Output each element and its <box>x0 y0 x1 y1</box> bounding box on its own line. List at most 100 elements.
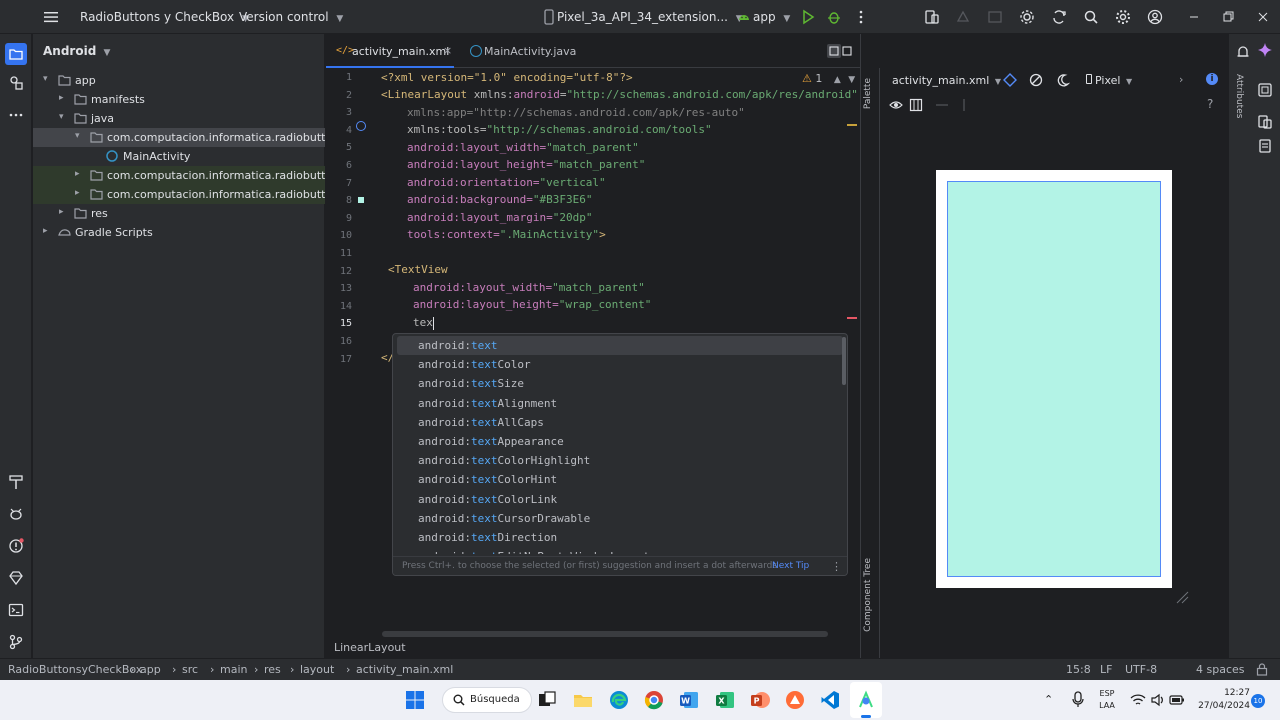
suggestion-item[interactable]: android:textColor <box>397 355 843 374</box>
tree-item[interactable]: ▾ com.computacion.informatica.radiobutton… <box>33 128 325 147</box>
chevron-right-icon[interactable]: ▸ <box>43 226 48 236</box>
inspection-widget[interactable]: ⚠ 1 ▲ ▼ <box>802 72 855 85</box>
tree-item[interactable]: ▸ com.computacion.informatica.radiobutton… <box>33 166 325 185</box>
chevron-down-icon[interactable]: ▼ <box>848 75 855 85</box>
chevron-right-icon[interactable]: ▸ <box>75 169 80 179</box>
file-explorer-icon[interactable] <box>573 690 593 710</box>
device-selector[interactable]: Pixel_3a_API_34_extension... ▼ <box>557 10 743 24</box>
device-preview-selector[interactable]: Pixel ▼ <box>1086 74 1132 87</box>
tab-main-activity-java[interactable]: MainActivity.java <box>467 34 587 68</box>
lock-icon[interactable] <box>1256 663 1268 676</box>
microphone-icon[interactable] <box>1071 691 1085 709</box>
line-separator[interactable]: LF <box>1100 663 1112 676</box>
suggestion-item[interactable]: android:textColorHint <box>397 470 843 489</box>
popup-scrollbar[interactable] <box>842 337 846 385</box>
resource-manager-icon[interactable] <box>8 75 24 91</box>
attributes-tab[interactable]: Attributes <box>1232 74 1246 134</box>
app-quality-insights-icon[interactable] <box>8 570 24 586</box>
project-view-selector[interactable]: Android ▼ <box>43 44 110 58</box>
device-mirroring-icon[interactable] <box>1257 82 1273 98</box>
chevron-right-icon[interactable]: ▸ <box>59 207 64 217</box>
minimize-icon[interactable] <box>1186 9 1202 25</box>
indent-setting[interactable]: 4 spaces <box>1196 663 1245 676</box>
suggestion-item[interactable]: android:textAppearance <box>397 432 843 451</box>
breadcrumb-item[interactable]: res <box>264 663 281 676</box>
close-icon[interactable]: × <box>443 44 452 57</box>
palette-tab[interactable]: Palette <box>863 78 873 109</box>
gemini-icon[interactable] <box>1257 42 1273 58</box>
powerpoint-icon[interactable]: P <box>750 690 770 710</box>
night-mode-icon[interactable] <box>1056 73 1070 87</box>
edge-browser-icon[interactable] <box>609 690 629 710</box>
chevron-up-icon[interactable]: ⌃ <box>1044 693 1053 706</box>
orientation-icon[interactable] <box>1029 73 1043 87</box>
postman-icon[interactable] <box>785 690 805 710</box>
main-menu-icon[interactable] <box>43 9 59 25</box>
help-icon[interactable]: ? <box>1207 97 1213 111</box>
vcs-menu[interactable]: Version control ▼ <box>239 10 343 24</box>
windows-start-icon[interactable] <box>405 690 425 710</box>
system-clock[interactable]: 12:27 27/04/2024 <box>1192 687 1250 713</box>
tab-activity-main-xml[interactable]: </> activity_main.xml × <box>326 34 454 68</box>
suggestion-item[interactable]: android:textColorLink <box>397 490 843 509</box>
battery-icon[interactable] <box>1169 694 1185 706</box>
project-tool-button[interactable] <box>5 43 27 65</box>
notifications-bell-icon[interactable] <box>1235 44 1251 60</box>
terminal-icon[interactable] <box>8 602 24 618</box>
file-encoding[interactable]: UTF-8 <box>1125 663 1157 676</box>
caret-position[interactable]: 15:8 <box>1066 663 1091 676</box>
horizontal-scrollbar[interactable] <box>382 631 828 637</box>
suggestion-item[interactable]: android:text <box>397 336 843 355</box>
suggestion-item[interactable]: android:textSize <box>397 374 843 393</box>
excel-icon[interactable]: X <box>715 690 735 710</box>
tree-item[interactable]: ▸ com.computacion.informatica.radiobutton… <box>33 185 325 204</box>
layout-file-selector[interactable]: activity_main.xml ▼ <box>892 74 1001 87</box>
suggestion-item[interactable]: android:textAllCaps <box>397 413 843 432</box>
close-icon[interactable] <box>1255 9 1271 25</box>
version-control-icon[interactable] <box>8 634 24 650</box>
breadcrumb-item[interactable]: layout <box>300 663 334 676</box>
info-icon[interactable]: i <box>1206 73 1218 85</box>
chevron-down-icon[interactable]: ▾ <box>75 131 80 141</box>
tree-item[interactable]: MainActivity <box>33 147 325 166</box>
android-studio-taskbar-button[interactable] <box>850 682 882 718</box>
breadcrumb-item[interactable]: app <box>140 663 161 676</box>
run-icon[interactable] <box>800 9 816 25</box>
breadcrumb-item[interactable]: activity_main.xml <box>356 663 453 676</box>
search-icon[interactable] <box>1083 9 1099 25</box>
tree-item[interactable]: ▾ app <box>33 71 325 90</box>
task-view-icon[interactable] <box>537 690 557 710</box>
device-manager-icon[interactable] <box>924 9 940 25</box>
suggestion-item[interactable]: android:textAlignment <box>397 394 843 413</box>
account-icon[interactable] <box>1147 9 1163 25</box>
wifi-icon[interactable] <box>1130 693 1146 707</box>
tree-item[interactable]: ▸ res <box>33 204 325 223</box>
notification-badge[interactable]: 10 <box>1251 694 1265 708</box>
breadcrumb-item[interactable]: src <box>182 663 198 676</box>
emulator-icon[interactable] <box>1257 138 1273 154</box>
chevron-right-icon[interactable]: ▸ <box>59 93 64 103</box>
logcat-icon[interactable] <box>8 506 24 522</box>
design-surface-icon[interactable] <box>1003 73 1017 87</box>
suggestion-item[interactable]: android:textCursorDrawable <box>397 509 843 528</box>
breadcrumb-item[interactable]: main <box>220 663 247 676</box>
vscode-icon[interactable] <box>820 690 840 710</box>
linear-layout-preview[interactable] <box>947 181 1161 577</box>
run-config-selector[interactable]: app ▼ <box>753 10 790 24</box>
suggestion-item[interactable]: android:textEditNoPasteWindowLayout <box>397 547 843 554</box>
taskbar-search[interactable]: Búsqueda <box>442 687 532 713</box>
sync-gradle-icon[interactable] <box>1051 9 1067 25</box>
more-vertical-icon[interactable]: ⋮ <box>831 560 842 573</box>
problems-icon[interactable] <box>8 538 24 554</box>
tree-item[interactable]: ▸ Gradle Scripts <box>33 223 325 242</box>
suggestion-item[interactable]: android:textDirection <box>397 528 843 547</box>
restore-icon[interactable] <box>1220 9 1236 25</box>
tree-item[interactable]: ▸ manifests <box>33 90 325 109</box>
chevron-up-icon[interactable]: ▲ <box>834 75 841 85</box>
chevron-right-icon[interactable]: ▸ <box>75 188 80 198</box>
resize-handle-icon[interactable] <box>1175 590 1189 604</box>
chrome-icon[interactable] <box>644 690 664 710</box>
chevron-down-icon[interactable]: ▾ <box>43 74 48 84</box>
breadcrumb-item[interactable]: RadioButtonsyCheckBox <box>8 663 142 676</box>
project-switcher[interactable]: RadioButtons y CheckBox ▼ <box>80 10 249 24</box>
